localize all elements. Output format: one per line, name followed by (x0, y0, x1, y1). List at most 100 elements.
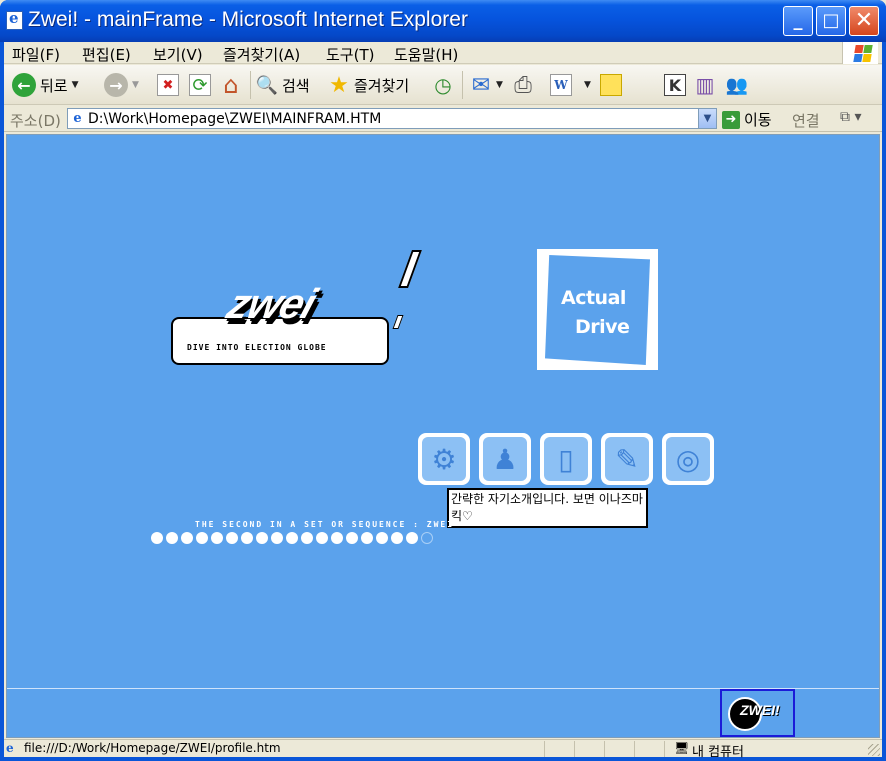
address-bar: 주소(D) e ▼ ➜ 이동 연결 ⧉ ▾ (4, 106, 882, 132)
edit-dropdown-icon[interactable]: ▼ (584, 80, 591, 90)
web-content: DIVE INTO ELECTION GLOBE zwei Actual Dri… (6, 134, 880, 738)
menu-robot-button[interactable]: ⚙ (418, 433, 470, 485)
search-button[interactable]: 🔍 검색 (256, 71, 310, 99)
favorites-button[interactable]: ★ 즐겨찾기 (328, 71, 409, 99)
zwei-logo-word[interactable]: zwei (221, 280, 322, 328)
menu-help[interactable]: 도움말(H) (394, 44, 458, 65)
sequence-caption: THE SECOND IN A SET OR SEQUENCE : ZWEI (195, 520, 455, 529)
edit-button[interactable]: W ▼ (550, 71, 591, 99)
window-client: 파일(F) 편집(E) 보기(V) 즐겨찾기(A) 도구(T) 도움말(H) ←… (4, 42, 882, 760)
menu-edit[interactable]: 편집(E) (82, 44, 131, 65)
go-button[interactable]: ➜ 이동 (722, 109, 772, 130)
messenger-icon: 👥 (725, 74, 749, 96)
menu-book-button[interactable]: ✎ (601, 433, 653, 485)
address-input[interactable] (88, 110, 688, 127)
address-dropdown-icon[interactable]: ▼ (698, 109, 716, 128)
menu-bar: 파일(F) 편집(E) 보기(V) 즐겨찾기(A) 도구(T) 도움말(H) (4, 42, 882, 64)
progress-dot (166, 532, 178, 544)
search-label: 검색 (282, 76, 310, 95)
progress-dot (421, 532, 433, 544)
status-text: file:///D:/Work/Homepage/ZWEI/profile.ht… (24, 741, 281, 755)
mail-dropdown-icon[interactable]: ▼ (496, 80, 503, 90)
logo-tagline: DIVE INTO ELECTION GLOBE (187, 343, 327, 352)
home-button[interactable]: ⌂ (220, 71, 242, 99)
toolbar-separator (250, 71, 251, 99)
messenger-button[interactable]: 👥 (726, 71, 748, 99)
printer-icon: ⎙ (514, 72, 532, 98)
actual-drive-banner[interactable]: Actual Drive (537, 249, 658, 370)
page-icon: e (73, 111, 82, 126)
progress-dot (271, 532, 283, 544)
history-button[interactable]: ◷ (432, 71, 454, 99)
search-icon: 🔍 (255, 74, 279, 96)
progress-dot (331, 532, 343, 544)
title-bar[interactable]: Zwei! - mainFrame - Microsoft Internet E… (0, 0, 886, 42)
mail-button[interactable]: ✉ ▼ (470, 71, 503, 99)
menu-favorites[interactable]: 즐겨찾기(A) (223, 44, 300, 65)
note-icon: ▭ (600, 74, 622, 96)
status-bar: e file:///D:/Work/Homepage/ZWEI/profile.… (4, 739, 882, 760)
tooltip: 간략한 자기소개입니다. 보면 이나즈마킥♡ (447, 488, 648, 528)
menu-tools[interactable]: 도구(T) (326, 44, 374, 65)
address-label: 주소(D) (10, 112, 61, 130)
back-label: 뒤로 (40, 76, 68, 95)
windows-logo-icon (842, 42, 878, 64)
zwei-badge[interactable]: ZWEI! (720, 689, 795, 737)
toolbar-separator (462, 71, 463, 99)
menu-phone-button[interactable]: ▯ (540, 433, 592, 485)
ie-window: Zwei! - mainFrame - Microsoft Internet E… (0, 0, 886, 761)
phone-icon: ▯ (544, 437, 588, 481)
status-divider (604, 741, 605, 757)
progress-dot (256, 532, 268, 544)
back-button[interactable]: ← 뒤로 ▼ (12, 71, 79, 99)
minimize-button[interactable]: _ (783, 6, 813, 36)
stop-button[interactable]: ✖ (157, 71, 179, 99)
k-button[interactable]: K (664, 71, 686, 99)
links-label[interactable]: 연결 (792, 110, 820, 131)
progress-dot (406, 532, 418, 544)
computer-zone-icon: 🖥 (674, 741, 690, 755)
menu-globe-button[interactable]: ◎ (662, 433, 714, 485)
progress-dot (316, 532, 328, 544)
back-dropdown-icon[interactable]: ▼ (72, 80, 79, 90)
go-label: 이동 (744, 111, 772, 129)
toolbar-extension-icon[interactable]: ⧉ ▾ (840, 109, 861, 125)
menu-profile-button[interactable]: ♟ (479, 433, 531, 485)
maximize-button[interactable]: □ (816, 6, 846, 36)
progress-dot (376, 532, 388, 544)
window-title: Zwei! - mainFrame - Microsoft Internet E… (28, 8, 468, 31)
close-button[interactable]: ✕ (849, 6, 879, 36)
refresh-icon: ⟳ (189, 74, 211, 96)
back-arrow-icon: ← (12, 73, 36, 97)
address-field[interactable]: e ▼ (67, 108, 717, 129)
badge-text: ZWEI! (740, 702, 780, 718)
word-edit-icon: W (550, 74, 572, 96)
favorites-label: 즐겨찾기 (354, 76, 410, 95)
forward-button[interactable]: → ▼ (104, 71, 139, 99)
k-icon: K (664, 74, 686, 96)
stop-icon: ✖ (157, 74, 179, 96)
menu-view[interactable]: 보기(V) (153, 44, 203, 65)
forward-dropdown-icon[interactable]: ▼ (132, 80, 139, 90)
menu-file[interactable]: 파일(F) (12, 44, 60, 65)
robot-icon: ⚙ (422, 437, 466, 481)
security-zone: 내 컴퓨터 (692, 745, 744, 760)
status-page-icon: e (6, 741, 14, 755)
refresh-button[interactable]: ⟳ (189, 71, 211, 99)
progress-dot (181, 532, 193, 544)
logo-comma (392, 315, 404, 329)
discuss-button[interactable]: ▭ (600, 71, 622, 99)
progress-dot (391, 532, 403, 544)
print-button[interactable]: ⎙ (512, 71, 534, 99)
progress-dot (151, 532, 163, 544)
progress-dot (196, 532, 208, 544)
standard-toolbar: ← 뒤로 ▼ → ▼ ✖ ⟳ ⌂ 🔍 검색 ★ 즐겨찾기 ◷ ✉ ▼ ⎙ W ▼… (4, 65, 882, 105)
progress-dot (361, 532, 373, 544)
status-divider (664, 741, 665, 757)
resize-grip-icon[interactable] (868, 744, 880, 756)
globe-icon: ◎ (666, 437, 710, 481)
drive-line2: Drive (575, 316, 630, 338)
research-icon: ▥ (695, 73, 715, 97)
research-button[interactable]: ▥ (694, 71, 716, 99)
status-divider (634, 741, 635, 757)
